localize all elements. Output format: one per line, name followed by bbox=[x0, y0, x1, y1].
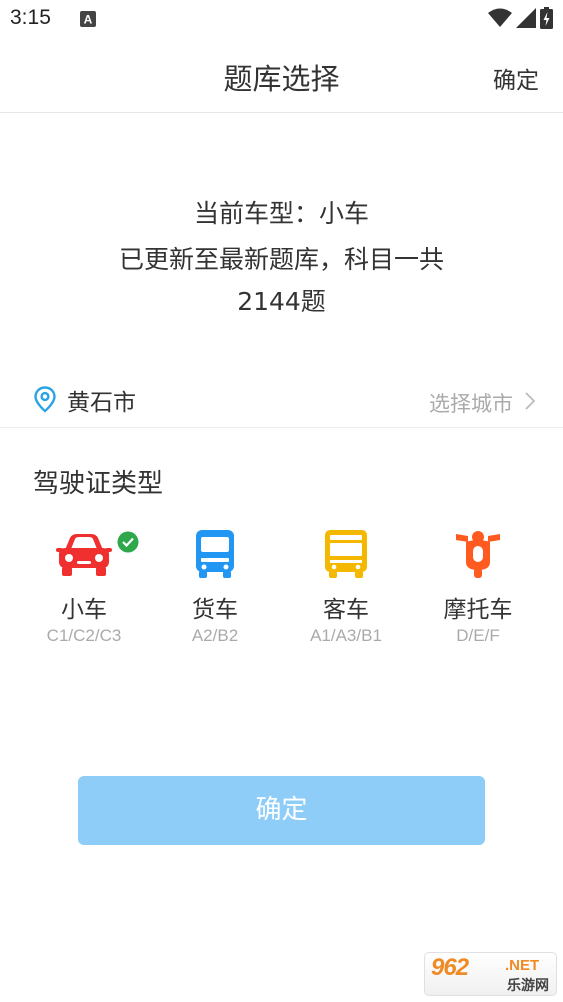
motorcycle-icon bbox=[448, 528, 508, 580]
select-city-label[interactable]: 选择城市 bbox=[429, 388, 513, 418]
battery-icon bbox=[540, 7, 553, 33]
license-type-name: 客车 bbox=[323, 597, 369, 623]
signal-icon bbox=[516, 8, 536, 32]
header: 题库选择 确定 bbox=[0, 38, 563, 113]
license-type-list: 小车 C1/C2/C3 货车 A2/B2 客车 A1/A3/B1 摩托车 D/E… bbox=[0, 528, 563, 658]
selected-check-icon bbox=[117, 531, 139, 557]
car-icon bbox=[54, 528, 114, 580]
svg-text:A: A bbox=[84, 13, 93, 27]
page-title: 题库选择 bbox=[223, 62, 340, 96]
chevron-right-icon bbox=[525, 392, 536, 414]
location-pin-icon bbox=[34, 386, 56, 417]
license-type-name: 货车 bbox=[192, 597, 238, 623]
license-type-code: A1/A3/B1 bbox=[310, 626, 382, 645]
watermark-sub-text: 乐游网 bbox=[507, 978, 549, 994]
truck-icon bbox=[185, 528, 245, 580]
question-count-text: 2144题 bbox=[237, 287, 326, 316]
license-type-car[interactable]: 小车 C1/C2/C3 bbox=[19, 528, 149, 653]
city-selector-row[interactable]: 黄石市 选择城市 bbox=[0, 370, 563, 428]
status-time: 3:15 bbox=[10, 6, 51, 29]
license-type-code: A2/B2 bbox=[191, 626, 239, 645]
license-type-motorcycle[interactable]: 摩托车 D/E/F bbox=[413, 528, 543, 653]
status-bar: 3:15 A bbox=[0, 0, 563, 38]
current-city-name: 黄石市 bbox=[67, 390, 136, 416]
wifi-icon bbox=[488, 8, 512, 32]
license-type-name: 摩托车 bbox=[443, 597, 513, 623]
header-confirm-button[interactable]: 确定 bbox=[493, 61, 539, 95]
update-status-text: 已更新至最新题库，科目一共 bbox=[118, 245, 444, 274]
current-vehicle-text: 当前车型：小车 bbox=[193, 199, 369, 228]
watermark-net-text: .NET bbox=[505, 957, 540, 974]
license-type-code: C1/C2/C3 bbox=[46, 626, 122, 645]
license-type-bus[interactable]: 客车 A1/A3/B1 bbox=[281, 528, 411, 653]
license-type-name: 小车 bbox=[61, 597, 107, 623]
a-notification-icon: A bbox=[80, 11, 96, 31]
watermark-main-text: 962 bbox=[431, 954, 469, 981]
confirm-button[interactable]: 确定 bbox=[78, 776, 485, 845]
license-type-truck[interactable]: 货车 A2/B2 bbox=[150, 528, 280, 653]
bus-icon bbox=[316, 528, 376, 580]
license-type-code: D/E/F bbox=[456, 626, 500, 645]
status-icons bbox=[488, 7, 553, 33]
site-watermark-logo: 962 .NET 乐游网 bbox=[424, 952, 557, 996]
license-type-section-title: 驾驶证类型 bbox=[33, 469, 164, 499]
